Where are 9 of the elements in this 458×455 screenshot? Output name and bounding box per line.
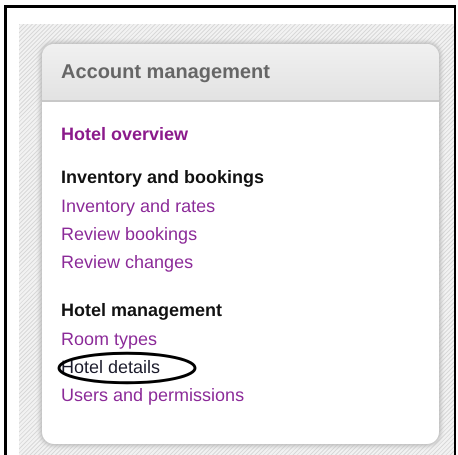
nav-link[interactable]: Hotel overview [61,124,188,145]
nav-link[interactable]: Room types [61,328,158,350]
nav-link[interactable]: Review bookings [61,224,198,244]
nav-link[interactable]: Review changes [61,252,194,272]
panel-title: Account management [61,60,270,84]
section-heading: Inventory and bookings [61,167,264,188]
nav-link[interactable]: Users and permissions [61,384,244,406]
section-heading: Hotel management [61,300,222,321]
nav-link[interactable]: Inventory and rates [61,196,216,216]
